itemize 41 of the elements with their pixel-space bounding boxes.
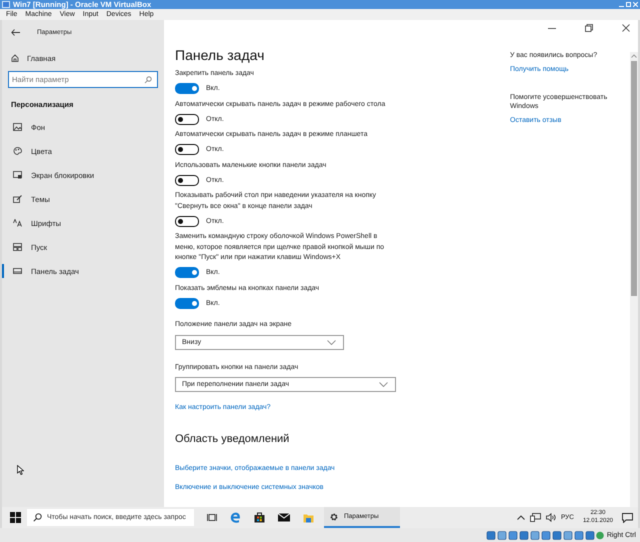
font-icon (13, 219, 22, 227)
store-bag-icon[interactable] (254, 512, 265, 523)
section-heading: Область уведомлений (175, 433, 290, 445)
scrollbar-thumb[interactable] (631, 61, 637, 296)
close-icon[interactable] (622, 24, 630, 32)
image-icon (13, 123, 22, 131)
scroll-up-icon[interactable] (631, 54, 637, 58)
search-icon (144, 76, 152, 84)
toggle-switch[interactable] (175, 83, 199, 94)
toggle-switch[interactable] (175, 267, 199, 278)
browser-icon[interactable] (230, 512, 241, 523)
task-view-icon[interactable] (207, 513, 217, 522)
back-arrow-icon[interactable] (11, 28, 20, 36)
mouse-cursor-icon (17, 465, 24, 475)
app-icon (2, 1, 10, 8)
palette-icon (13, 147, 22, 155)
grid-icon (13, 243, 22, 251)
home-icon (11, 54, 19, 62)
folder-icon[interactable] (303, 512, 314, 522)
scrollbar[interactable] (630, 52, 638, 507)
chevron-down-icon (379, 382, 388, 387)
chevron-down-icon (327, 340, 336, 344)
toggle-switch[interactable] (175, 144, 199, 155)
volume-icon[interactable] (546, 513, 556, 522)
mail-icon[interactable] (278, 513, 290, 522)
taskbar-icon (13, 267, 22, 275)
lock-screen-icon (13, 171, 22, 179)
brush-icon (13, 195, 22, 203)
search-icon (33, 513, 42, 522)
windows-logo-icon[interactable] (10, 512, 21, 523)
notifications-icon[interactable] (622, 512, 633, 522)
page-title: Панель задач (175, 46, 266, 64)
gear-icon (329, 512, 339, 522)
chevron-up-icon[interactable] (516, 515, 525, 520)
toggle-switch[interactable] (175, 174, 199, 186)
maximize-icon[interactable] (626, 2, 631, 7)
toggle-switch[interactable] (175, 216, 199, 226)
toggle-switch[interactable] (175, 114, 199, 124)
toggle-switch[interactable] (175, 298, 199, 308)
restore-icon[interactable] (585, 24, 593, 32)
network-icon[interactable] (530, 513, 541, 522)
